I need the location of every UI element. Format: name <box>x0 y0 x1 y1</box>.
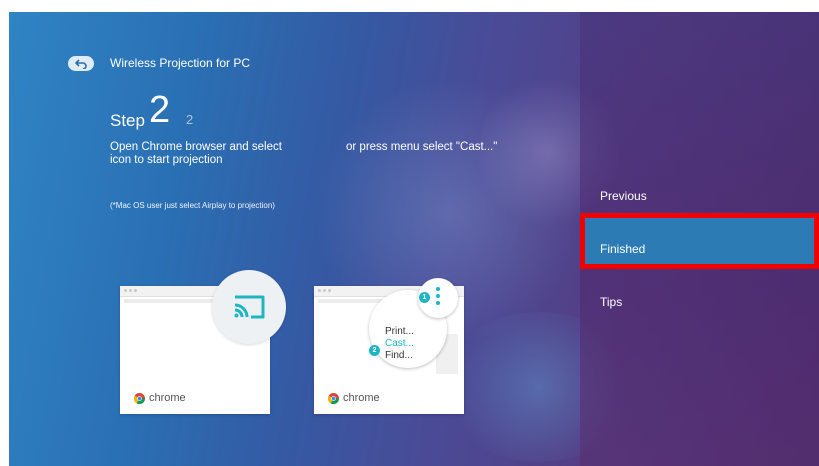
mac-note: (*Mac OS user just select Airplay to pro… <box>110 201 275 210</box>
menu-previous[interactable]: Previous <box>600 189 647 203</box>
instruction-line: icon to start projection <box>110 154 223 166</box>
cast-icon <box>234 295 265 319</box>
menu-finished[interactable]: Finished <box>600 242 645 256</box>
step-badge: 1 <box>419 292 430 303</box>
chrome-menu-items: Print... Cast... Find... <box>385 326 414 362</box>
instruction-right: or press menu select "Cast..." <box>346 141 498 153</box>
page-title: Wireless Projection for PC <box>110 56 251 70</box>
step-current: 2 <box>149 89 171 131</box>
more-vertical-icon <box>436 287 440 308</box>
chrome-icon <box>328 392 339 404</box>
step-label: Step <box>110 111 145 130</box>
menu-finished-highlight[interactable] <box>580 213 819 269</box>
step-badge: 2 <box>369 345 380 356</box>
menu-item-print: Print... <box>385 326 414 337</box>
back-icon <box>75 58 87 69</box>
instruction-text: Open Chrome browser and select icon to s… <box>110 141 330 167</box>
step-total: 2 <box>186 112 194 127</box>
window-controls <box>124 289 137 292</box>
menu-item-find: Find... <box>385 350 413 361</box>
chrome-icon <box>134 392 145 404</box>
menu-item-cast: Cast... <box>385 338 414 349</box>
instruction-line: Open Chrome browser and select <box>110 141 282 153</box>
chrome-label: chrome <box>134 392 186 404</box>
window-controls <box>318 289 331 292</box>
back-button[interactable] <box>68 56 94 71</box>
chrome-text: chrome <box>343 392 380 404</box>
chrome-label: chrome <box>328 392 380 404</box>
address-bar <box>124 299 214 303</box>
menu-tips[interactable]: Tips <box>600 295 622 309</box>
chrome-text: chrome <box>149 392 186 404</box>
cast-icon-highlight <box>212 270 286 344</box>
